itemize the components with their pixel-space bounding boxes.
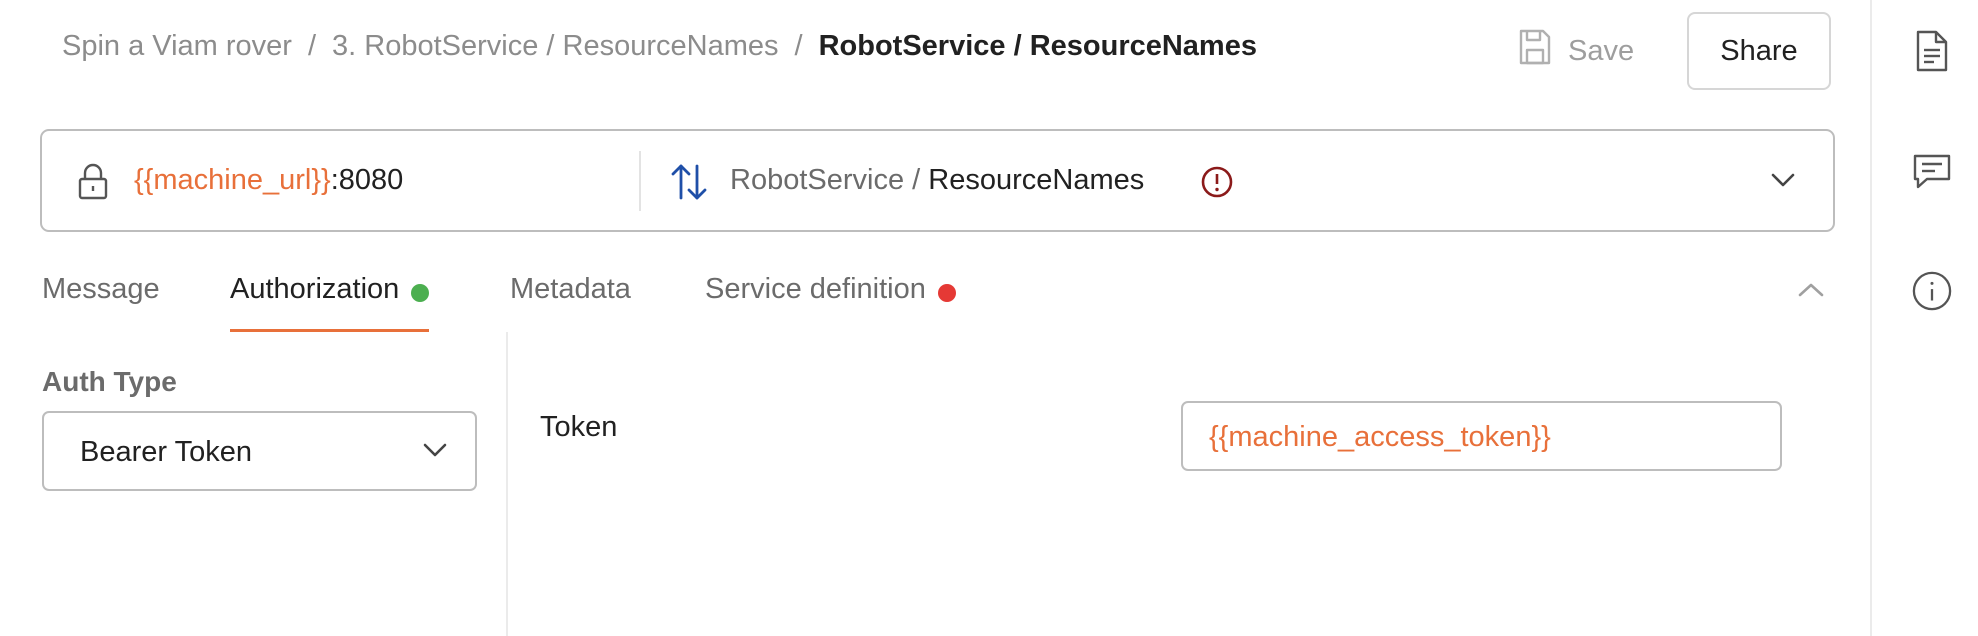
url-port: :8080	[330, 164, 404, 196]
breadcrumb-current-request[interactable]: RobotService / ResourceNames	[819, 30, 1257, 63]
breadcrumb-separator: /	[794, 30, 803, 62]
token-value: {{machine_access_token}}	[1209, 421, 1551, 453]
method-selector[interactable]: RobotService / ResourceNames	[730, 164, 1144, 197]
breadcrumb-separator: /	[307, 30, 317, 62]
auth-type-select[interactable]: Bearer Token	[42, 411, 477, 491]
tab-label: Authorization	[230, 273, 400, 305]
tab-message[interactable]: Message	[42, 270, 160, 332]
auth-type-label: Auth Type	[42, 366, 177, 397]
comment-icon[interactable]	[1912, 150, 1952, 194]
tab-metadata[interactable]: Metadata	[510, 270, 631, 332]
request-url-bar: {{machine_url}}:8080 RobotService / Reso…	[40, 129, 1835, 232]
unary-method-icon	[670, 162, 708, 207]
server-url-input[interactable]: {{machine_url}}:8080	[134, 164, 403, 197]
status-dot-red	[937, 284, 956, 302]
status-dot-green	[411, 284, 430, 302]
right-sidebar	[1870, 0, 1978, 636]
breadcrumb: Spin a Viam rover / 3. RobotService / Re…	[62, 30, 1257, 63]
tab-label: Message	[42, 273, 160, 305]
pane-divider	[506, 332, 508, 636]
save-icon	[1518, 28, 1552, 74]
lock-icon[interactable]	[77, 163, 109, 206]
info-icon[interactable]	[1912, 269, 1952, 313]
tab-service-definition[interactable]: Service definition	[705, 270, 956, 332]
chevron-down-icon	[422, 441, 448, 464]
token-label: Token	[540, 411, 618, 443]
url-variable: {{machine_url}}	[134, 164, 331, 196]
breadcrumb-item-collection[interactable]: Spin a Viam rover	[62, 30, 292, 63]
method-service: RobotService /	[730, 164, 929, 196]
document-icon[interactable]	[1912, 29, 1952, 73]
tab-label: Service definition	[705, 273, 926, 305]
save-label: Save	[1568, 34, 1635, 67]
chevron-up-icon[interactable]	[1796, 280, 1826, 305]
tab-label: Metadata	[510, 273, 631, 305]
auth-type-value: Bearer Token	[80, 436, 252, 468]
warning-icon[interactable]	[1200, 165, 1234, 204]
tab-authorization[interactable]: Authorization	[230, 270, 430, 332]
method-name: ResourceNames	[928, 164, 1145, 196]
share-button[interactable]: Share	[1687, 12, 1831, 90]
breadcrumb-item-folder[interactable]: 3. RobotService / ResourceNames	[332, 30, 778, 63]
url-divider	[639, 151, 641, 211]
save-button[interactable]: Save	[1518, 24, 1634, 78]
chevron-down-icon[interactable]	[1770, 171, 1796, 194]
token-input[interactable]: {{machine_access_token}}	[1181, 401, 1782, 471]
